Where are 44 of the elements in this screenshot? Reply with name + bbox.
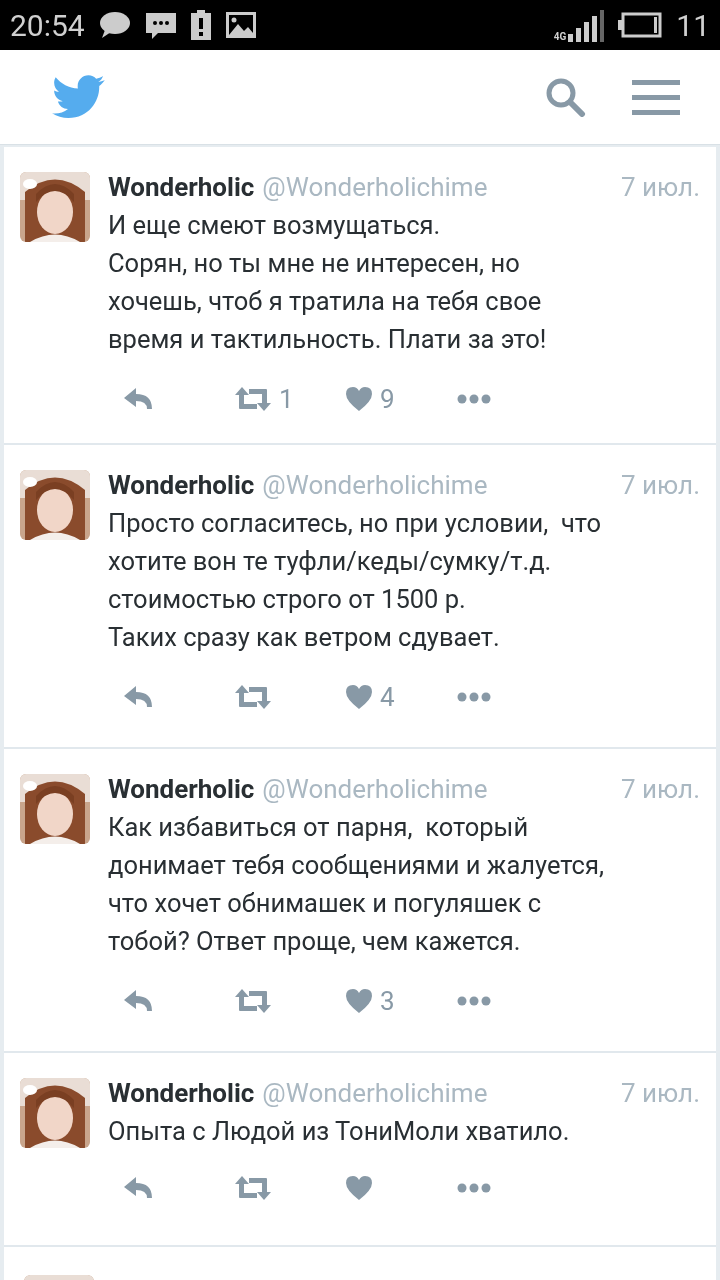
chat-bubble-icon (98, 11, 131, 39)
retweet-icon[interactable] (235, 387, 271, 411)
retweet-icon[interactable] (235, 989, 271, 1013)
bird-logo-icon[interactable] (52, 75, 106, 119)
search-button[interactable] (544, 77, 588, 117)
heart-icon[interactable] (346, 989, 372, 1013)
tweet-date: 7 июл. (621, 1078, 700, 1108)
heart-icon[interactable] (346, 685, 372, 709)
reply-icon[interactable] (124, 685, 154, 709)
battery-percent: 11 (676, 7, 710, 43)
tweet-text: Как избавиться от парня, который донимает тебя сообщениями и жалуется, что хочет обнимашек и погуляшек с тобой? Ответ проще, чем кажется. (108, 811, 605, 958)
more-icon[interactable] (457, 1183, 491, 1193)
reply-icon[interactable] (124, 387, 154, 411)
heart-count: 9 (380, 384, 395, 414)
status-time: 20:54 (10, 7, 85, 43)
network-type: 4G (553, 31, 567, 42)
retweet-count: 1 (279, 384, 294, 414)
user-name[interactable]: Wonderholic (108, 470, 255, 500)
menu-button[interactable] (632, 78, 680, 116)
message-icon (144, 11, 177, 39)
retweet-icon[interactable] (235, 1176, 271, 1200)
tweet-text: И еще смеют возмущаться. Сорян, но ты мне не интересен, но хочешь, чтоб я тратила на тебя свое время и тактильность. Плати за это! (108, 209, 548, 356)
more-icon[interactable] (457, 394, 491, 404)
user-name[interactable]: Wonderholic (108, 172, 255, 202)
more-icon[interactable] (457, 692, 491, 702)
user-name[interactable]: Wonderholic (108, 774, 255, 804)
tweet-date: 7 июл. (621, 470, 700, 500)
battery-alert-icon (190, 10, 211, 40)
signal-icon (568, 8, 605, 42)
heart-icon[interactable] (346, 1176, 372, 1200)
tweet-text: Опыта с Людой из ТониМоли хватило. (108, 1115, 571, 1148)
battery-icon (618, 12, 663, 38)
reply-icon[interactable] (124, 989, 154, 1013)
more-icon[interactable] (457, 996, 491, 1006)
heart-icon[interactable] (346, 387, 372, 411)
reply-icon[interactable] (124, 1176, 154, 1200)
tweet-date: 7 июл. (621, 774, 700, 804)
retweet-icon[interactable] (235, 685, 271, 709)
heart-count: 4 (380, 682, 395, 712)
heart-count: 3 (380, 986, 395, 1016)
tweet-date: 7 июл. (621, 172, 700, 202)
tweet-text: Просто согласитесь, но при условии, что хотите вон те туфли/кеды/сумку/т.д. стоимостью строго от 1500 р. Таких сразу как ветром сдувает. (108, 507, 603, 654)
user-name[interactable]: Wonderholic (108, 1078, 255, 1108)
image-icon (224, 11, 257, 39)
